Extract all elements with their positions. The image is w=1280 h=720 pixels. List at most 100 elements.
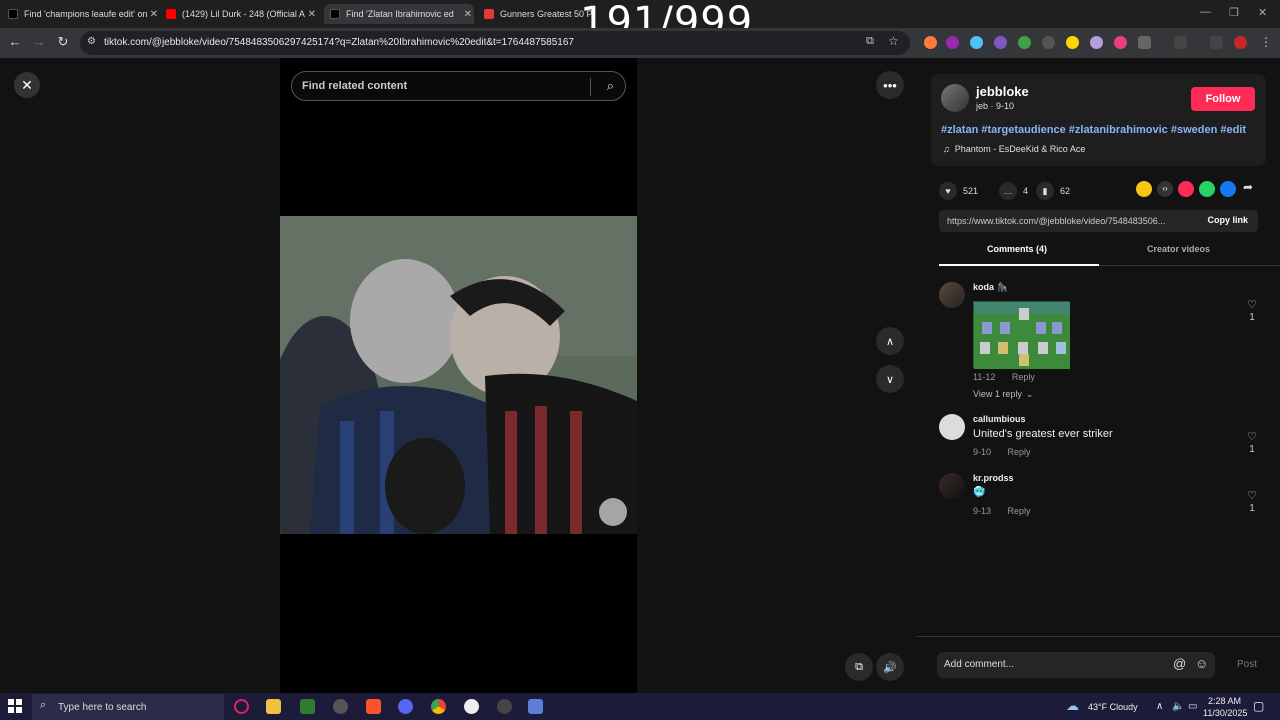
view-replies[interactable]: View 1 reply ⌄ xyxy=(973,389,1047,400)
post-button[interactable]: Post xyxy=(1237,659,1257,670)
reply-button[interactable]: Reply xyxy=(1008,447,1031,457)
opera-icon[interactable] xyxy=(234,699,249,714)
weather-text[interactable]: 43°F Cloudy xyxy=(1088,702,1138,712)
comment-placeholder: Add comment... xyxy=(944,659,1015,670)
comment-username[interactable]: koda 🦍 xyxy=(973,282,1008,293)
lock-app-icon[interactable] xyxy=(300,699,315,714)
commenter-avatar[interactable] xyxy=(939,282,965,308)
tray-chevron-icon[interactable]: ∧ xyxy=(1156,701,1163,712)
chrome-icon[interactable] xyxy=(431,699,446,714)
extensions-puzzle-icon[interactable] xyxy=(1138,36,1151,49)
reading-list-icon[interactable] xyxy=(1210,36,1223,49)
facebook-icon[interactable] xyxy=(1220,181,1236,197)
cast-icon[interactable]: ⧉ xyxy=(866,35,874,48)
related-search-input[interactable]: Find related content ⌕ xyxy=(291,71,626,101)
extension-icon[interactable] xyxy=(994,36,1007,49)
more-options-icon[interactable]: ••• xyxy=(876,71,904,99)
extension-icon[interactable] xyxy=(924,36,937,49)
close-tab-icon[interactable]: ✕ xyxy=(150,9,158,20)
close-video-icon[interactable]: ✕ xyxy=(14,72,40,98)
comment-like-icon[interactable]: ♡ xyxy=(1244,298,1260,311)
tab-title: Find 'champions leaufe edit' on xyxy=(24,9,148,19)
comment-icon[interactable]: … xyxy=(999,182,1017,200)
windows-start-icon[interactable] xyxy=(8,699,22,713)
browser-tab-3-active[interactable]: Find 'Zlatan Ibrahimovic ed ✕ xyxy=(324,4,474,24)
extension-icon[interactable] xyxy=(970,36,983,49)
heart-icon[interactable]: ♥ xyxy=(939,182,957,200)
extension-icon[interactable] xyxy=(946,36,959,49)
site-info-icon[interactable]: ⚙ xyxy=(87,36,96,47)
commenter-avatar[interactable] xyxy=(939,414,965,440)
emoji-icon[interactable]: ☺ xyxy=(1195,656,1208,671)
browser-tab-2[interactable]: (1429) Lil Durk - 248 (Official A ✕ xyxy=(166,4,318,24)
extension-icon[interactable] xyxy=(1042,36,1055,49)
notifications-icon[interactable]: ▢ xyxy=(1253,699,1264,713)
save-stat[interactable]: ▮ 62 xyxy=(1036,182,1070,200)
app-icon[interactable] xyxy=(333,699,348,714)
reply-button[interactable]: Reply xyxy=(1008,506,1031,516)
like-stat[interactable]: ♥ 521 xyxy=(939,182,978,200)
mention-icon[interactable]: @ xyxy=(1173,656,1186,671)
creator-username[interactable]: jebbloke xyxy=(976,84,1029,99)
extension-icon[interactable] xyxy=(1114,36,1127,49)
comment-username[interactable]: kr.prodss xyxy=(973,473,1014,483)
forward-icon[interactable]: → xyxy=(30,34,48,49)
comment-input[interactable]: Add comment... @ ☺ xyxy=(937,652,1215,678)
next-video-icon[interactable]: ∨ xyxy=(876,365,904,393)
music-track[interactable]: ♫ Phantom - EsDeeKid & Rico Ace xyxy=(943,144,1085,154)
whatsapp-icon[interactable] xyxy=(1199,181,1215,197)
profile-avatar-icon[interactable] xyxy=(1234,36,1247,49)
close-tab-icon[interactable]: ✕ xyxy=(308,9,316,20)
extension-icon[interactable] xyxy=(1018,36,1031,49)
reply-button[interactable]: Reply xyxy=(1012,372,1035,382)
friends-share-icon[interactable] xyxy=(1136,181,1152,197)
volume-icon[interactable]: 🔈 xyxy=(1172,701,1184,712)
comment-like-icon[interactable]: ♡ xyxy=(1244,489,1260,502)
volume-icon[interactable]: 🔊 xyxy=(876,653,904,681)
minimize-icon[interactable]: — xyxy=(1200,6,1211,18)
side-panel-icon[interactable] xyxy=(1174,36,1187,49)
video-player[interactable]: Find related content ⌕ xyxy=(280,58,637,693)
network-icon[interactable]: ▭ xyxy=(1188,701,1197,712)
clock-time[interactable]: 2:28 AM xyxy=(1208,696,1241,706)
view-replies-label[interactable]: View 1 reply xyxy=(973,389,1022,399)
comment-stat[interactable]: … 4 xyxy=(999,182,1028,200)
taskbar-search-input[interactable]: ⌕ Type here to search xyxy=(32,694,224,720)
share-arrow-icon[interactable]: ➦ xyxy=(1243,180,1253,194)
hashtags[interactable]: #zlatan #targetaudience #zlatanibrahimov… xyxy=(941,124,1246,136)
comment-like-count: 1 xyxy=(1249,312,1255,323)
close-tab-icon[interactable]: ✕ xyxy=(464,9,472,20)
back-icon[interactable]: ← xyxy=(6,34,24,49)
tab-comments[interactable]: Comments (4) xyxy=(987,244,1047,254)
restore-icon[interactable]: ❐ xyxy=(1229,6,1239,19)
browser-menu-icon[interactable]: ⋮ xyxy=(1260,35,1272,49)
previous-video-icon[interactable]: ∧ xyxy=(876,327,904,355)
bookmark-star-icon[interactable]: ☆ xyxy=(888,34,899,48)
close-window-icon[interactable]: ✕ xyxy=(1258,6,1267,19)
app-icon[interactable] xyxy=(464,699,479,714)
bookmark-icon[interactable]: ▮ xyxy=(1036,182,1054,200)
address-bar[interactable]: ⚙ tiktok.com/@jebbloke/video/75484835062… xyxy=(80,31,910,55)
reload-icon[interactable]: ↻ xyxy=(54,34,72,50)
copy-link-button[interactable]: Copy link xyxy=(1207,215,1248,225)
creator-avatar[interactable] xyxy=(941,84,969,112)
follow-button[interactable]: Follow xyxy=(1191,87,1255,111)
extension-icon[interactable] xyxy=(1090,36,1103,49)
clock-date[interactable]: 11/30/2025 xyxy=(1203,708,1247,718)
commenter-avatar[interactable] xyxy=(939,473,965,499)
file-explorer-icon[interactable] xyxy=(266,699,281,714)
send-icon[interactable] xyxy=(1178,181,1194,197)
brave-icon[interactable] xyxy=(366,699,381,714)
comment-username[interactable]: callumbious xyxy=(973,414,1026,424)
search-icon[interactable]: ⌕ xyxy=(607,78,614,94)
comment-image-lineup[interactable] xyxy=(973,301,1070,369)
tab-creator-videos[interactable]: Creator videos xyxy=(1147,244,1210,254)
discord-icon[interactable] xyxy=(398,699,413,714)
browser-tab-1[interactable]: Find 'champions leaufe edit' on ✕ xyxy=(8,4,160,24)
app-icon[interactable] xyxy=(528,699,543,714)
embed-icon[interactable]: ‹› xyxy=(1157,181,1173,197)
app-icon[interactable] xyxy=(497,699,512,714)
extension-icon[interactable] xyxy=(1066,36,1079,49)
comment-like-icon[interactable]: ♡ xyxy=(1244,430,1260,443)
miniplayer-icon[interactable]: ⧉ xyxy=(845,653,873,681)
